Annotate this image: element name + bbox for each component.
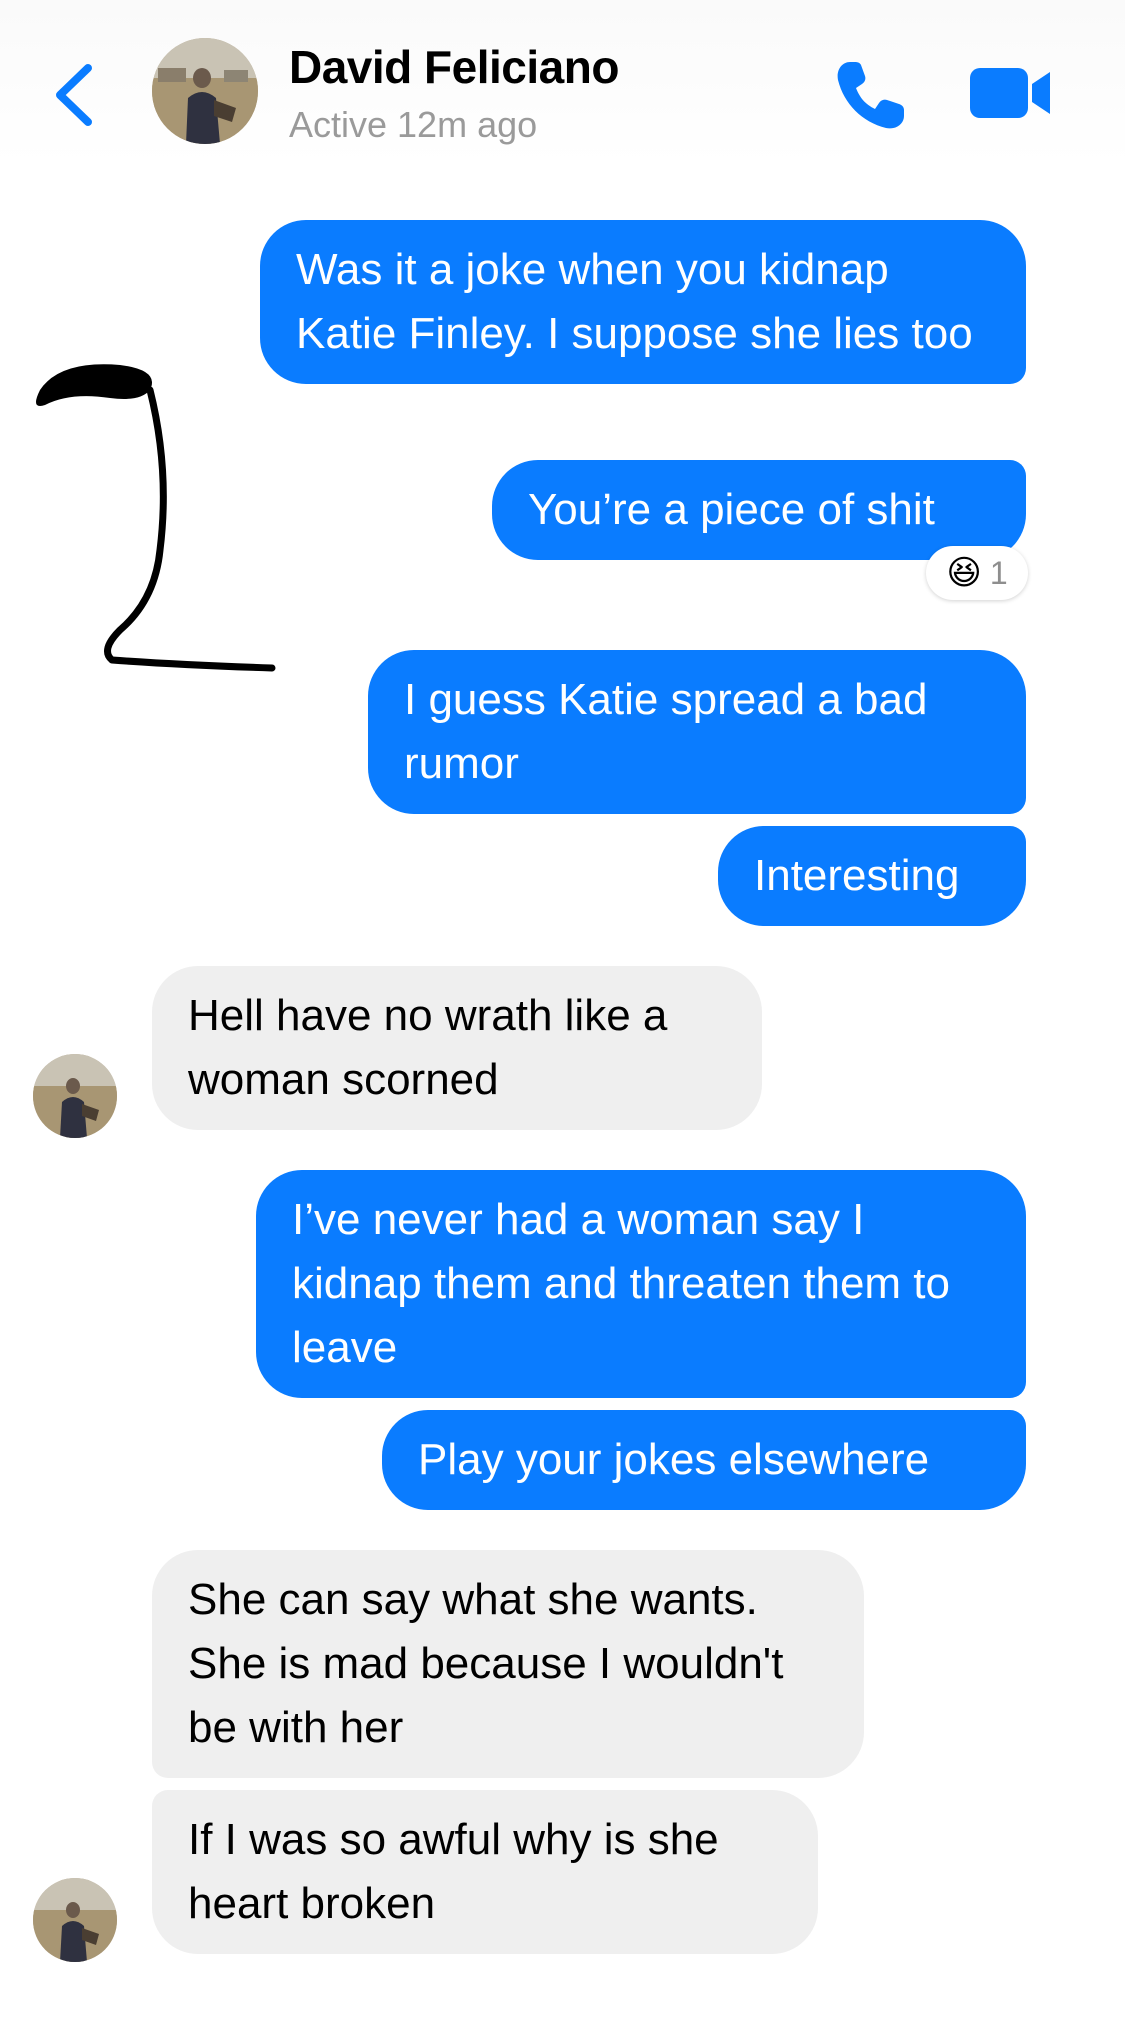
message-bubble-outgoing[interactable]: You’re a piece of shit [492,460,1026,560]
video-camera-icon[interactable] [968,64,1052,122]
contact-avatar-small[interactable] [33,1878,117,1962]
chat-header: David Feliciano Active 12m ago [0,0,1125,165]
message-bubble-outgoing[interactable]: Was it a joke when you kidnap Katie Finl… [260,220,1026,384]
message-bubble-incoming[interactable]: She can say what she wants. She is mad b… [152,1550,864,1778]
reaction-badge[interactable]: 😆 1 [926,546,1028,600]
handdrawn-scribble [36,364,276,672]
message-bubble-outgoing[interactable]: Interesting [718,826,1026,926]
reaction-count: 1 [989,554,1008,591]
message-bubble-outgoing[interactable]: I’ve never had a woman say I kidnap them… [256,1170,1026,1398]
chevron-left-icon[interactable] [48,60,100,130]
contact-avatar[interactable] [152,38,258,144]
message-bubble-incoming[interactable]: If I was so awful why is she heart broke… [152,1790,818,1954]
active-status: Active 12m ago [289,104,538,145]
message-bubble-incoming[interactable]: Hell have no wrath like a woman scorned [152,966,762,1130]
contact-name[interactable]: David Feliciano [289,40,619,94]
message-bubble-outgoing[interactable]: Play your jokes elsewhere [382,1410,1026,1510]
phone-icon[interactable] [832,56,910,134]
message-bubble-outgoing[interactable]: I guess Katie spread a bad rumor [368,650,1026,814]
contact-avatar-small[interactable] [33,1054,117,1138]
laughing-emoji-icon: 😆 [946,554,982,592]
